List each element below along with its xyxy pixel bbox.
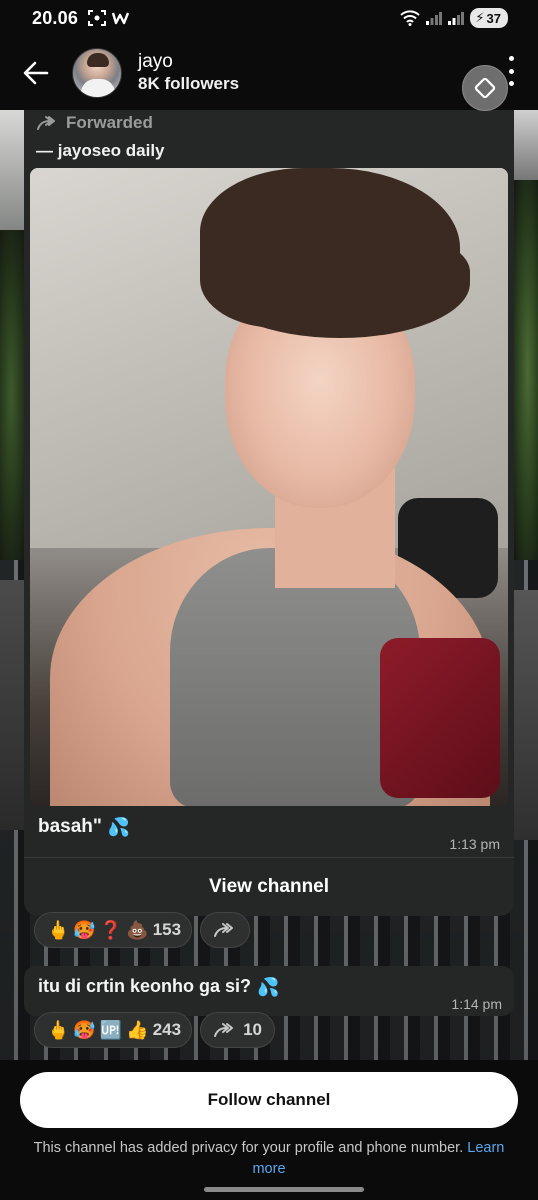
rotate-screen-icon	[474, 77, 496, 99]
more-options-button[interactable]	[506, 56, 516, 86]
app-notification-icon	[112, 12, 130, 25]
reactions-pill[interactable]: 🖕 🥵 ❓ 💩 153	[34, 912, 193, 948]
signal-icon	[426, 12, 443, 25]
wifi-icon	[400, 10, 421, 26]
reactions-row: 🖕 🥵 🆙 👍 243 10	[34, 1012, 275, 1048]
signal-icon-2	[448, 12, 465, 25]
dot-icon	[508, 68, 514, 74]
reaction-emoji: 🆙	[99, 1020, 123, 1040]
status-bar: 20.06 ⚡ 37	[0, 0, 538, 36]
follow-channel-button[interactable]: Follow channel	[20, 1072, 518, 1128]
text-message-card[interactable]: itu di crtin keonho ga si? 💦 1:14 pm	[24, 966, 514, 1016]
forwarded-label: Forwarded	[66, 113, 153, 132]
channel-header: jayo 8K followers	[0, 36, 538, 110]
status-time: 20.06	[32, 7, 79, 28]
dot-icon	[508, 81, 514, 86]
message-photo[interactable]	[30, 168, 508, 806]
forwarded-message-card[interactable]: Forwarded — jayoseo daily basah" 💦 1:13 …	[24, 110, 514, 916]
dot-icon	[508, 56, 514, 61]
reaction-emoji: 💩	[126, 920, 149, 940]
reaction-emoji: ❓	[99, 920, 123, 940]
reaction-count: 153	[152, 920, 182, 939]
forward-button[interactable]	[200, 912, 251, 948]
message-time: 1:14 pm	[451, 996, 502, 1012]
arrow-left-icon	[23, 61, 49, 85]
reaction-emoji: 🥵	[73, 1020, 96, 1040]
privacy-notice: This channel has added privacy for your …	[20, 1138, 518, 1180]
reaction-count: 243	[152, 1020, 182, 1039]
forward-icon	[37, 116, 55, 130]
privacy-text: This channel has added privacy for your …	[33, 1140, 464, 1156]
reaction-emoji: 🥵	[73, 920, 96, 940]
message-text-content: itu di crtin keonho ga si?	[38, 976, 252, 996]
forward-icon	[214, 923, 234, 937]
reaction-emoji: 🖕	[47, 920, 70, 940]
view-channel-button[interactable]: View channel	[24, 858, 514, 916]
forward-count: 10	[243, 1020, 262, 1039]
reaction-emoji: 👍	[126, 1020, 149, 1040]
channel-info[interactable]: jayo 8K followers	[138, 51, 239, 95]
forward-button[interactable]: 10	[200, 1012, 275, 1048]
message-time: 1:13 pm	[449, 836, 500, 852]
charging-icon: ⚡	[475, 10, 485, 25]
reactions-pill[interactable]: 🖕 🥵 🆙 👍 243	[34, 1012, 193, 1048]
channel-avatar[interactable]	[72, 48, 122, 98]
channel-name: jayo	[138, 51, 173, 72]
screenshot-icon	[88, 10, 107, 26]
battery-indicator: ⚡ 37	[470, 8, 508, 28]
back-button[interactable]	[18, 55, 54, 91]
sweat-droplets-icon: 💦	[257, 976, 280, 997]
caption-text: basah"	[38, 816, 102, 837]
bottom-bar: Follow channel This channel has added pr…	[0, 1060, 538, 1200]
home-indicator[interactable]	[204, 1187, 364, 1192]
forwarded-label-row: Forwarded	[36, 113, 153, 133]
reaction-emoji: 🖕	[47, 1020, 70, 1040]
message-caption: basah" 💦	[38, 816, 130, 838]
forward-icon	[214, 1023, 234, 1037]
message-text: itu di crtin keonho ga si? 💦	[38, 976, 279, 997]
channel-followers: 8K followers	[138, 74, 240, 93]
battery-level: 37	[486, 10, 501, 26]
sweat-droplets-icon: 💦	[107, 817, 131, 837]
floating-shortcut-button[interactable]	[462, 65, 508, 111]
forward-source[interactable]: — jayoseo daily	[36, 141, 165, 161]
reactions-row: 🖕 🥵 ❓ 💩 153	[34, 912, 251, 948]
